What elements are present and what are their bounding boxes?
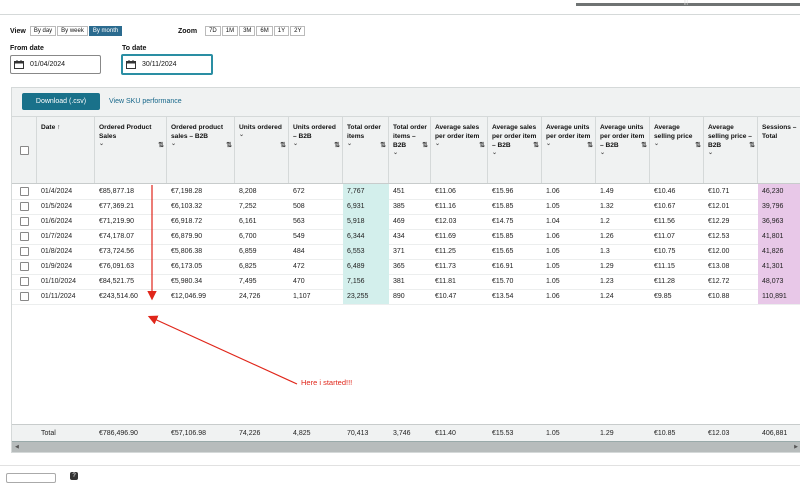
annotation-arrows (147, 185, 298, 385)
language-select[interactable] (6, 473, 56, 483)
page-footer: ? (0, 465, 800, 483)
annotation-text: Here i started!!! (301, 378, 353, 387)
help-icon[interactable]: ? (70, 472, 78, 480)
pointer-arrow (147, 315, 298, 385)
